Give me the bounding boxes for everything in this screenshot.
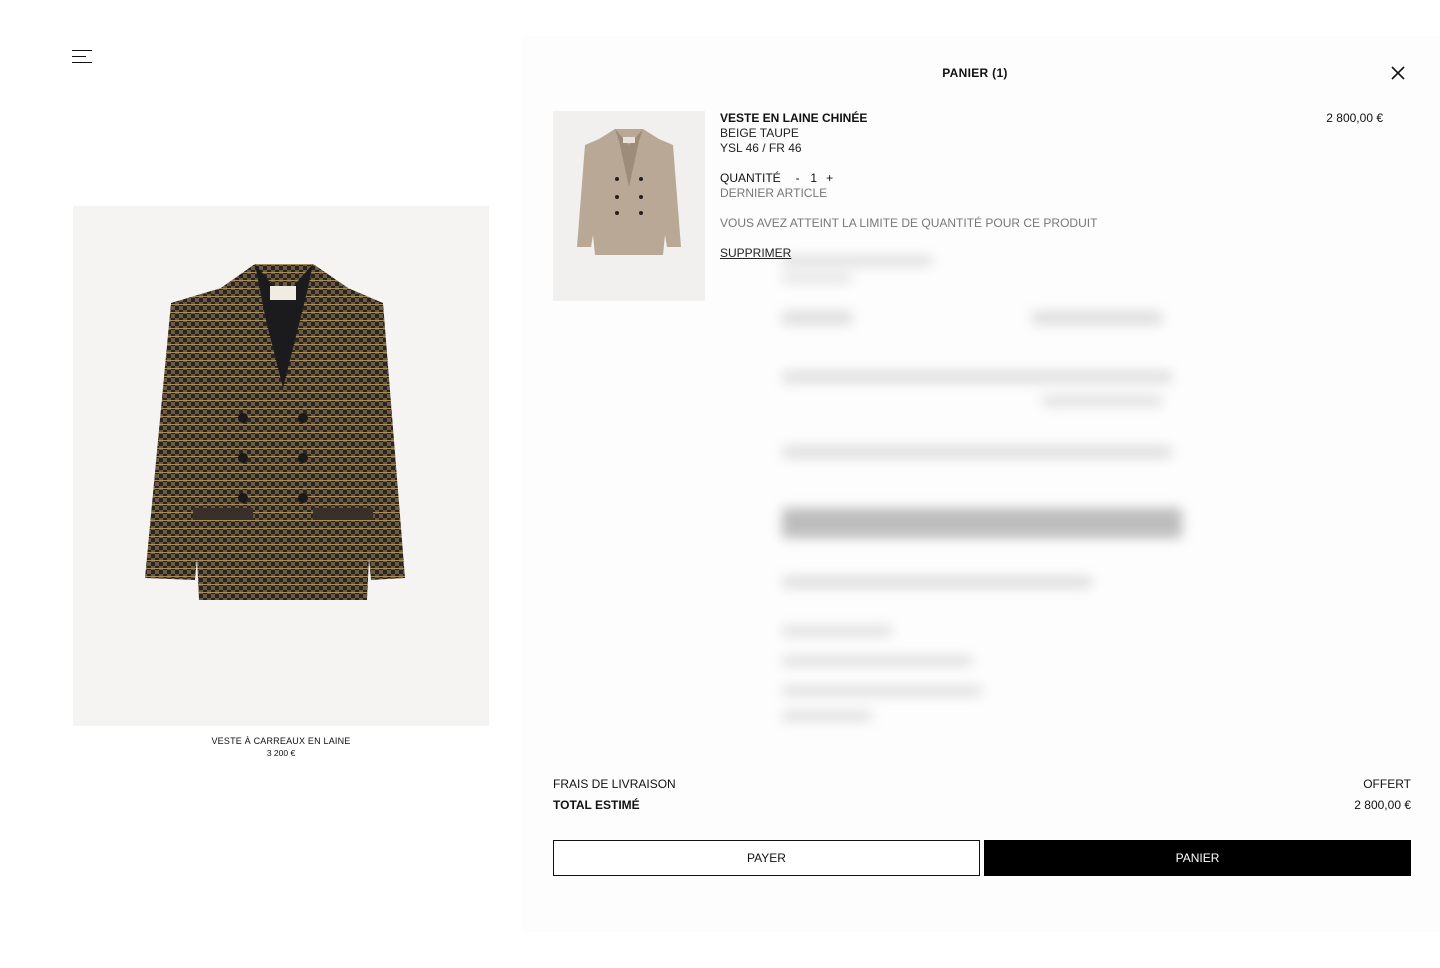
total-row: TOTAL ESTIMÉ 2 800,00 €: [553, 798, 1411, 812]
product-card[interactable]: VESTE À CARREAUX EN LAINE 3 200 €: [73, 206, 489, 758]
cart-drawer: PANIER (1) VESTE EN LAINE CHINÉE BEIGE T…: [522, 36, 1440, 932]
shipping-label: FRAIS DE LIVRAISON: [553, 777, 676, 791]
shipping-value: OFFERT: [1363, 777, 1411, 791]
quantity-value: 1: [810, 171, 818, 185]
total-value: 2 800,00 €: [1354, 798, 1411, 812]
quantity-stepper: QUANTITÉ - 1 +: [720, 171, 1097, 186]
beige-blazer-image: [577, 129, 681, 255]
cart-item-size: YSL 46 / FR 46: [720, 141, 802, 155]
houndstooth-blazer-image: [145, 264, 405, 600]
cart-item-color: BEIGE TAUPE: [720, 126, 799, 140]
view-cart-button[interactable]: PANIER: [984, 840, 1411, 876]
pay-button[interactable]: PAYER: [553, 840, 980, 876]
close-icon-glyph: [1391, 66, 1405, 80]
cart-item-name[interactable]: VESTE EN LAINE CHINÉE: [720, 111, 1097, 126]
remove-item-link[interactable]: SUPPRIMER: [720, 246, 791, 261]
product-name[interactable]: VESTE À CARREAUX EN LAINE: [73, 736, 489, 746]
product-image[interactable]: [73, 206, 489, 726]
cart-item-price: 2 800,00 €: [1326, 111, 1383, 125]
cart-item-details: VESTE EN LAINE CHINÉE BEIGE TAUPE YSL 46…: [720, 111, 1097, 261]
cart-title: PANIER (1): [942, 66, 1008, 80]
blurred-background: [772, 256, 1192, 736]
menu-line: [72, 62, 92, 64]
quantity-label: QUANTITÉ: [720, 171, 781, 185]
quantity-decrease-button[interactable]: -: [791, 171, 805, 186]
stock-status: DERNIER ARTICLE: [720, 186, 828, 200]
total-label: TOTAL ESTIMÉ: [553, 798, 640, 812]
menu-line: [72, 56, 86, 58]
quantity-limit-message: VOUS AVEZ ATTEINT LA LIMITE DE QUANTITÉ …: [720, 216, 1098, 230]
shipping-row: FRAIS DE LIVRAISON OFFERT: [553, 777, 1411, 791]
cart-item-image[interactable]: [553, 111, 705, 301]
close-icon[interactable]: [1390, 65, 1406, 81]
product-price: 3 200 €: [266, 748, 296, 758]
hamburger-menu-icon[interactable]: [72, 50, 94, 66]
quantity-increase-button[interactable]: +: [823, 171, 837, 186]
menu-line: [72, 50, 92, 52]
